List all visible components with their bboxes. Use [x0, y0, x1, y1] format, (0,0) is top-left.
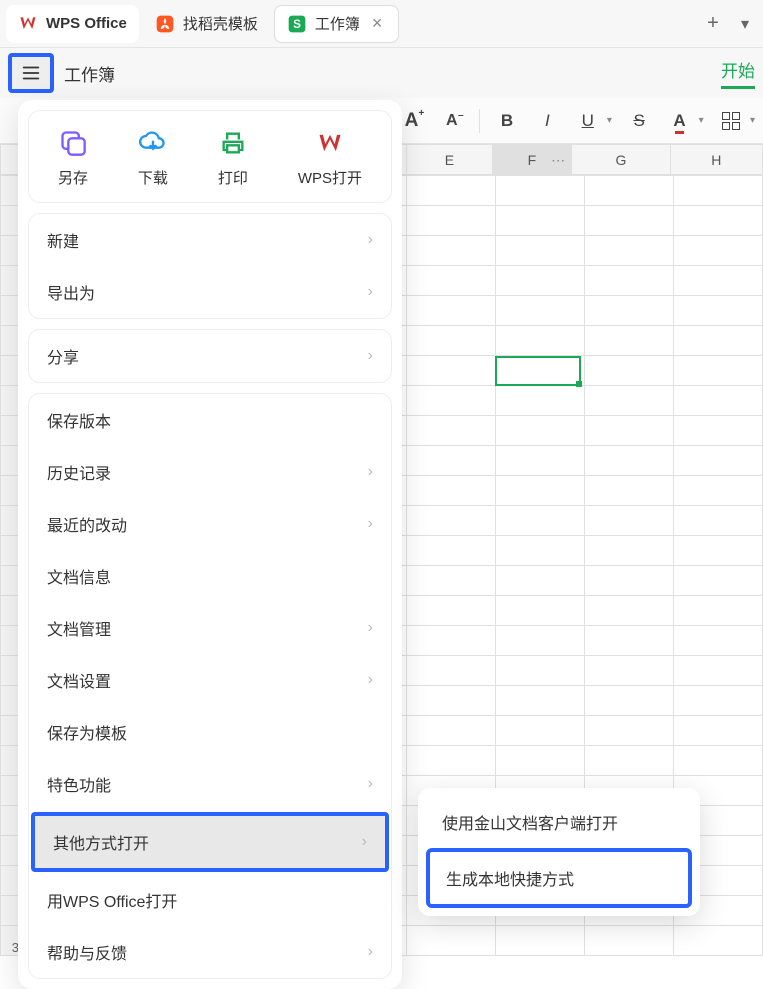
menu-share[interactable]: 分享› — [29, 330, 391, 382]
main-menu-button[interactable] — [8, 53, 54, 93]
menu-doc-manage[interactable]: 文档管理› — [29, 602, 391, 654]
tab-templates-label: 找稻壳模板 — [183, 13, 258, 34]
menu-special-features[interactable]: 特色功能› — [29, 758, 391, 810]
tab-workbook-label: 工作簿 — [315, 13, 360, 34]
spreadsheet-icon: S — [287, 14, 307, 34]
chevron-right-icon: › — [368, 619, 373, 637]
chevron-right-icon: › — [368, 671, 373, 689]
tab-app-label: WPS Office — [46, 15, 127, 32]
decrease-font-button[interactable]: A– — [439, 107, 465, 135]
menu-new[interactable]: 新建› — [29, 214, 391, 266]
chevron-right-icon: › — [368, 347, 373, 365]
menu-save-version[interactable]: 保存版本 — [29, 394, 391, 446]
download-label: 下载 — [138, 167, 168, 188]
print-label: 打印 — [218, 167, 248, 188]
ribbon-tab-start[interactable]: 开始 — [721, 57, 755, 89]
chevron-right-icon: › — [362, 833, 367, 851]
main-menu-panel: 另存 下载 打印 WPS打开 新建› 导出为› 分享› 保存版本 历史记录› 最… — [18, 100, 402, 989]
template-icon — [155, 14, 175, 34]
submenu-create-shortcut[interactable]: 生成本地快捷方式 — [426, 848, 692, 908]
save-as-icon — [59, 129, 87, 157]
chevron-down-icon[interactable]: ▾ — [699, 115, 704, 126]
open-wps-button[interactable]: WPS打开 — [298, 129, 362, 188]
menu-recent-changes[interactable]: 最近的改动› — [29, 498, 391, 550]
svg-text:S: S — [293, 18, 301, 31]
title-bar: 工作簿 开始 — [0, 48, 763, 98]
col-header[interactable]: H — [670, 145, 762, 175]
menu-open-other[interactable]: 其他方式打开› — [31, 812, 389, 872]
bold-button[interactable]: B — [494, 107, 520, 135]
menu-help-feedback[interactable]: 帮助与反馈› — [29, 926, 391, 978]
hamburger-icon — [20, 62, 42, 84]
underline-button[interactable]: U — [575, 107, 601, 135]
close-icon[interactable]: × — [368, 13, 387, 34]
menu-doc-settings[interactable]: 文档设置› — [29, 654, 391, 706]
open-other-submenu: 使用金山文档客户端打开 生成本地快捷方式 — [418, 788, 700, 916]
menu-history[interactable]: 历史记录› — [29, 446, 391, 498]
open-wps-label: WPS打开 — [298, 167, 362, 188]
chevron-right-icon: › — [368, 775, 373, 793]
tab-app-home[interactable]: WPS Office — [6, 5, 139, 43]
submenu-open-kdocs-client[interactable]: 使用金山文档客户端打开 — [426, 796, 692, 848]
col-header[interactable]: E — [407, 145, 493, 175]
menu-export-as[interactable]: 导出为› — [29, 266, 391, 318]
tab-more-button[interactable]: ▾ — [733, 14, 757, 34]
borders-button[interactable] — [718, 107, 744, 135]
increase-font-button[interactable]: A+ — [398, 107, 424, 135]
cloud-download-icon — [139, 129, 167, 157]
chevron-right-icon: › — [368, 515, 373, 533]
italic-button[interactable]: I — [534, 107, 560, 135]
print-icon — [219, 129, 247, 157]
tab-bar: WPS Office 找稻壳模板 S 工作簿 × + ▾ — [0, 0, 763, 48]
document-title: 工作簿 — [64, 61, 115, 86]
new-tab-button[interactable]: + — [697, 8, 729, 40]
separator — [479, 109, 480, 133]
tab-templates[interactable]: 找稻壳模板 — [143, 5, 270, 43]
wps-logo-icon — [18, 14, 38, 34]
menu-save-template[interactable]: 保存为模板 — [29, 706, 391, 758]
print-button[interactable]: 打印 — [218, 129, 248, 188]
menu-doc-info[interactable]: 文档信息 — [29, 550, 391, 602]
chevron-right-icon: › — [368, 463, 373, 481]
chevron-down-icon[interactable]: ▾ — [607, 115, 612, 126]
save-as-button[interactable]: 另存 — [58, 129, 88, 188]
col-header-selected[interactable]: F — [492, 145, 571, 175]
download-button[interactable]: 下载 — [138, 129, 168, 188]
chevron-down-icon[interactable]: ▾ — [750, 115, 755, 126]
strikethrough-button[interactable]: S — [626, 107, 652, 135]
chevron-right-icon: › — [368, 283, 373, 301]
chevron-right-icon: › — [368, 231, 373, 249]
tab-workbook[interactable]: S 工作簿 × — [274, 5, 400, 43]
wps-icon — [316, 129, 344, 157]
chevron-right-icon: › — [368, 943, 373, 961]
menu-open-wps-office[interactable]: 用WPS Office打开 — [29, 874, 391, 926]
font-color-button[interactable]: A — [666, 107, 692, 135]
save-as-label: 另存 — [58, 167, 88, 188]
selected-cell[interactable] — [495, 356, 581, 386]
col-header[interactable]: G — [572, 145, 671, 175]
